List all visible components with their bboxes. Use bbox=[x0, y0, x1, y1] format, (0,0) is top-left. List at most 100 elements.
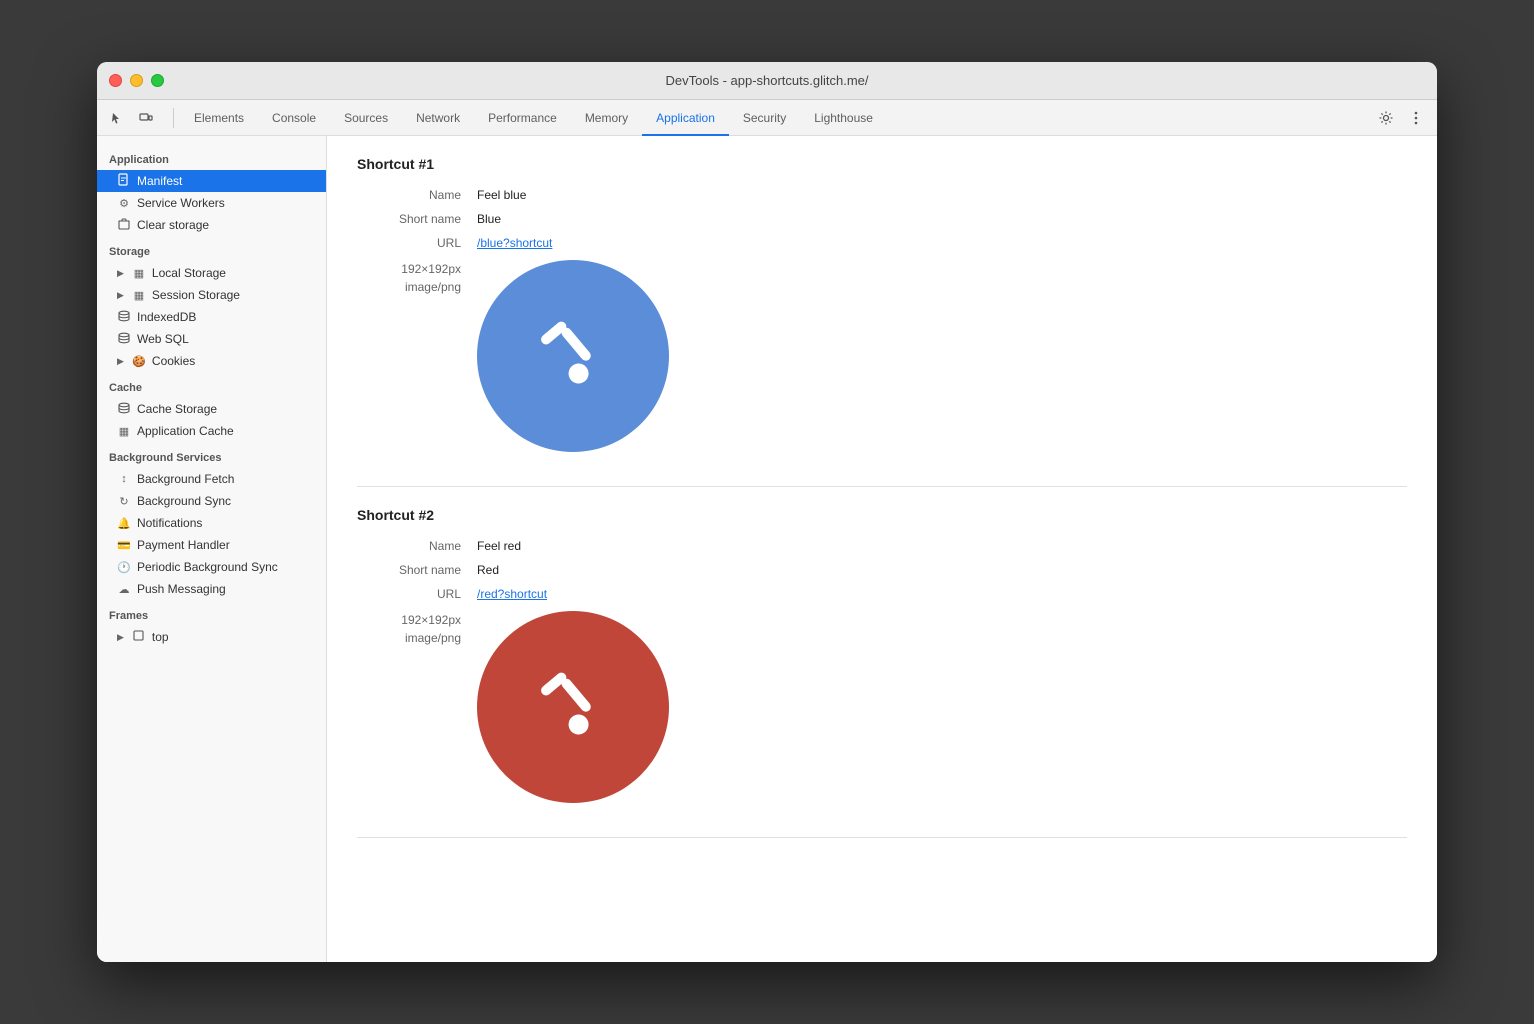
sidebar-item-local-storage[interactable]: ▶ ▦ Local Storage bbox=[97, 262, 326, 284]
storage-section-title: Storage bbox=[97, 236, 326, 262]
bg-sync-label: Background Sync bbox=[137, 494, 231, 508]
minimize-button[interactable] bbox=[130, 74, 143, 87]
payment-handler-icon: 💳 bbox=[117, 539, 131, 552]
cache-storage-icon bbox=[117, 402, 131, 417]
shortcut-2-shortname-value: Red bbox=[477, 563, 499, 577]
shortcut-1-section: Shortcut #1 Name Feel blue Short name Bl… bbox=[357, 156, 1407, 487]
devtools-window: DevTools - app-shortcuts.glitch.me/ bbox=[97, 62, 1437, 962]
shortcut-1-shortname-value: Blue bbox=[477, 212, 501, 226]
close-button[interactable] bbox=[109, 74, 122, 87]
shortcut-2-section: Shortcut #2 Name Feel red Short name Red… bbox=[357, 487, 1407, 838]
clear-storage-label: Clear storage bbox=[137, 218, 209, 232]
clear-storage-icon bbox=[117, 218, 131, 233]
titlebar: DevTools - app-shortcuts.glitch.me/ bbox=[97, 62, 1437, 100]
bg-sync-icon: ↻ bbox=[117, 495, 131, 508]
tab-network[interactable]: Network bbox=[402, 100, 474, 136]
sidebar-item-periodic-bg-sync[interactable]: 🕐 Periodic Background Sync bbox=[97, 556, 326, 578]
more-options-icon[interactable] bbox=[1403, 105, 1429, 131]
tab-separator bbox=[173, 108, 174, 128]
shortcut-1-name-value: Feel blue bbox=[477, 188, 526, 202]
sidebar-item-payment-handler[interactable]: 💳 Payment Handler bbox=[97, 534, 326, 556]
shortcut-1-url-value[interactable]: /blue?shortcut bbox=[477, 236, 552, 250]
shortcut-1-name-label: Name bbox=[357, 188, 477, 202]
notifications-icon: 🔔 bbox=[117, 517, 131, 530]
shortcut-2-icon bbox=[477, 611, 669, 803]
sidebar-item-indexeddb[interactable]: IndexedDB bbox=[97, 306, 326, 328]
manifest-label: Manifest bbox=[137, 174, 182, 188]
settings-icon[interactable] bbox=[1373, 105, 1399, 131]
sidebar-item-cache-storage[interactable]: Cache Storage bbox=[97, 398, 326, 420]
expand-session-storage-icon: ▶ bbox=[117, 290, 124, 301]
notifications-label: Notifications bbox=[137, 516, 202, 530]
shortcut-1-image-type: image/png bbox=[357, 278, 461, 296]
app-cache-icon: ▦ bbox=[117, 425, 131, 438]
shortcut-2-shortname-row: Short name Red bbox=[357, 563, 1407, 577]
sidebar: Application Manifest ⚙ Service Workers bbox=[97, 136, 327, 962]
shortcut-2-name-value: Feel red bbox=[477, 539, 521, 553]
sidebar-item-cookies[interactable]: ▶ 🍪 Cookies bbox=[97, 350, 326, 372]
web-sql-label: Web SQL bbox=[137, 332, 189, 346]
tab-console[interactable]: Console bbox=[258, 100, 330, 136]
shortcut-2-url-value[interactable]: /red?shortcut bbox=[477, 587, 547, 601]
application-section-title: Application bbox=[97, 144, 326, 170]
shortcut-1-image-container: 192×192px image/png bbox=[357, 260, 1407, 452]
periodic-bg-sync-label: Periodic Background Sync bbox=[137, 560, 278, 574]
shortcut-2-title: Shortcut #2 bbox=[357, 507, 1407, 523]
tab-lighthouse[interactable]: Lighthouse bbox=[800, 100, 887, 136]
shortcut-2-name-row: Name Feel red bbox=[357, 539, 1407, 553]
payment-handler-label: Payment Handler bbox=[137, 538, 230, 552]
tab-performance[interactable]: Performance bbox=[474, 100, 571, 136]
session-storage-icon: ▦ bbox=[132, 289, 146, 302]
sidebar-item-top-frame[interactable]: ▶ top bbox=[97, 626, 326, 648]
device-icon[interactable] bbox=[133, 105, 159, 131]
shortcut-2-image-label-col: 192×192px image/png bbox=[357, 611, 477, 647]
shortcut-1-url-label: URL bbox=[357, 236, 477, 250]
tab-icons bbox=[105, 105, 159, 131]
cache-storage-label: Cache Storage bbox=[137, 402, 217, 416]
shortcut-2-shortname-label: Short name bbox=[357, 563, 477, 577]
shortcut-1-image-size: 192×192px bbox=[357, 260, 461, 278]
window-title: DevTools - app-shortcuts.glitch.me/ bbox=[665, 73, 868, 88]
shortcut-1-title: Shortcut #1 bbox=[357, 156, 1407, 172]
sidebar-item-service-workers[interactable]: ⚙ Service Workers bbox=[97, 192, 326, 214]
periodic-bg-sync-icon: 🕐 bbox=[117, 561, 131, 574]
shortcut-2-image-size: 192×192px bbox=[357, 611, 461, 629]
tab-elements[interactable]: Elements bbox=[180, 100, 258, 136]
tab-sources[interactable]: Sources bbox=[330, 100, 402, 136]
tab-memory[interactable]: Memory bbox=[571, 100, 642, 136]
sidebar-item-push-messaging[interactable]: ☁ Push Messaging bbox=[97, 578, 326, 600]
bg-services-section-title: Background Services bbox=[97, 442, 326, 468]
sidebar-item-web-sql[interactable]: Web SQL bbox=[97, 328, 326, 350]
local-storage-icon: ▦ bbox=[132, 267, 146, 280]
sidebar-item-bg-fetch[interactable]: ↕ Background Fetch bbox=[97, 468, 326, 490]
maximize-button[interactable] bbox=[151, 74, 164, 87]
shortcut-2-name-label: Name bbox=[357, 539, 477, 553]
frame-icon bbox=[132, 630, 146, 644]
shortcut-1-icon bbox=[477, 260, 669, 452]
tabs-bar: Elements Console Sources Network Perform… bbox=[97, 100, 1437, 136]
service-workers-icon: ⚙ bbox=[117, 197, 131, 210]
manifest-icon bbox=[117, 173, 131, 189]
indexeddb-label: IndexedDB bbox=[137, 310, 196, 324]
expand-top-icon: ▶ bbox=[117, 632, 124, 643]
tab-security[interactable]: Security bbox=[729, 100, 800, 136]
sidebar-item-app-cache[interactable]: ▦ Application Cache bbox=[97, 420, 326, 442]
cookies-icon: 🍪 bbox=[132, 355, 146, 368]
tabs-list: Elements Console Sources Network Perform… bbox=[180, 100, 1373, 135]
sidebar-item-session-storage[interactable]: ▶ ▦ Session Storage bbox=[97, 284, 326, 306]
sidebar-item-clear-storage[interactable]: Clear storage bbox=[97, 214, 326, 236]
sidebar-item-manifest[interactable]: Manifest bbox=[97, 170, 326, 192]
expand-cookies-icon: ▶ bbox=[117, 356, 124, 367]
push-messaging-label: Push Messaging bbox=[137, 582, 226, 596]
cursor-icon[interactable] bbox=[105, 105, 131, 131]
shortcut-1-shortname-label: Short name bbox=[357, 212, 477, 226]
sidebar-item-notifications[interactable]: 🔔 Notifications bbox=[97, 512, 326, 534]
shortcut-1-name-row: Name Feel blue bbox=[357, 188, 1407, 202]
web-sql-icon bbox=[117, 332, 131, 347]
top-frame-label: top bbox=[152, 630, 169, 644]
bg-fetch-icon: ↕ bbox=[117, 473, 131, 485]
sidebar-item-bg-sync[interactable]: ↻ Background Sync bbox=[97, 490, 326, 512]
local-storage-label: Local Storage bbox=[152, 266, 226, 280]
main-panel: Shortcut #1 Name Feel blue Short name Bl… bbox=[327, 136, 1437, 962]
tab-application[interactable]: Application bbox=[642, 100, 729, 136]
